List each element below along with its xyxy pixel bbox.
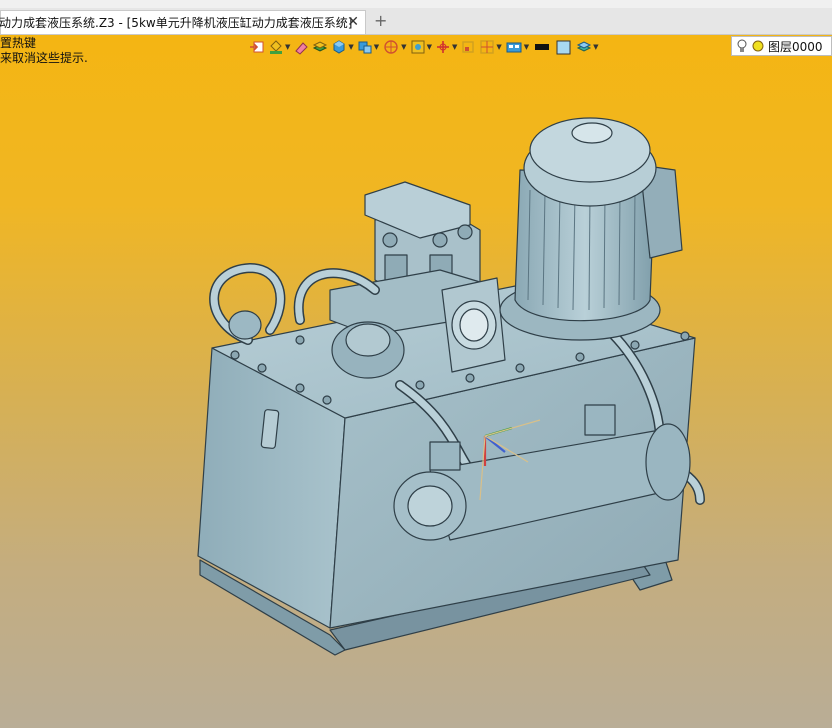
chevron-down-icon[interactable]: ▼ bbox=[427, 43, 432, 51]
hydraulic-power-unit-model[interactable] bbox=[0, 0, 832, 728]
frame-icon[interactable] bbox=[460, 37, 476, 57]
color-lightblue-swatch[interactable] bbox=[555, 37, 573, 57]
render-mode-icon[interactable]: ▼ bbox=[410, 37, 432, 57]
axis-triad-icon[interactable]: ▼ bbox=[435, 37, 457, 57]
cube-view-icon[interactable]: ▼ bbox=[331, 37, 354, 57]
layer-selector[interactable]: 图层0000 bbox=[731, 36, 832, 56]
section-view-icon[interactable]: ▼ bbox=[382, 37, 407, 57]
chevron-down-icon[interactable]: ▼ bbox=[348, 43, 353, 51]
chevron-down-icon[interactable]: ▼ bbox=[285, 43, 290, 51]
view-panel-icon[interactable]: ▼ bbox=[505, 37, 529, 57]
document-tab-bar: 动力成套液压系统.Z3 - [5kw单元升降机液压缸动力成套液压系统] ✕ + bbox=[0, 8, 832, 35]
eraser-icon[interactable] bbox=[293, 37, 309, 57]
chevron-down-icon[interactable]: ▼ bbox=[374, 43, 379, 51]
view-toolbar: ▼ ▼ ▼ ▼ ▼ ▼ ▼ ▼ ▼ bbox=[249, 36, 599, 58]
hotkey-hint: 置热键 来取消这些提示. bbox=[0, 36, 88, 66]
3d-viewport[interactable] bbox=[0, 0, 832, 728]
bulb-icon[interactable] bbox=[736, 38, 748, 54]
chevron-down-icon[interactable]: ▼ bbox=[524, 43, 529, 51]
chevron-down-icon[interactable]: ▼ bbox=[496, 43, 501, 51]
color-black-swatch[interactable] bbox=[532, 37, 552, 57]
document-tab[interactable]: 动力成套液压系统.Z3 - [5kw单元升降机液压缸动力成套液压系统] ✕ bbox=[0, 10, 366, 34]
layer-stack-icon[interactable]: ▼ bbox=[576, 37, 599, 57]
paint-bucket-icon[interactable]: ▼ bbox=[268, 37, 290, 57]
hint-line-1: 置热键 bbox=[0, 36, 37, 50]
chevron-down-icon[interactable]: ▼ bbox=[593, 43, 598, 51]
exit-sketch-icon[interactable] bbox=[249, 37, 265, 57]
stack-layers-icon[interactable] bbox=[312, 37, 328, 57]
sun-icon[interactable] bbox=[751, 39, 765, 53]
display-mode-icon[interactable]: ▼ bbox=[357, 37, 379, 57]
plus-icon[interactable]: + bbox=[374, 11, 387, 30]
layer-name: 图层0000 bbox=[768, 39, 823, 54]
tab-title: 动力成套液压系统.Z3 - [5kw单元升降机液压缸动力成套液压系统] bbox=[0, 16, 353, 30]
chevron-down-icon[interactable]: ▼ bbox=[401, 43, 406, 51]
grid-icon[interactable]: ▼ bbox=[479, 37, 502, 57]
chevron-down-icon[interactable]: ▼ bbox=[452, 43, 457, 51]
hint-line-2: 来取消这些提示. bbox=[0, 51, 88, 65]
close-icon[interactable]: ✕ bbox=[347, 14, 359, 30]
